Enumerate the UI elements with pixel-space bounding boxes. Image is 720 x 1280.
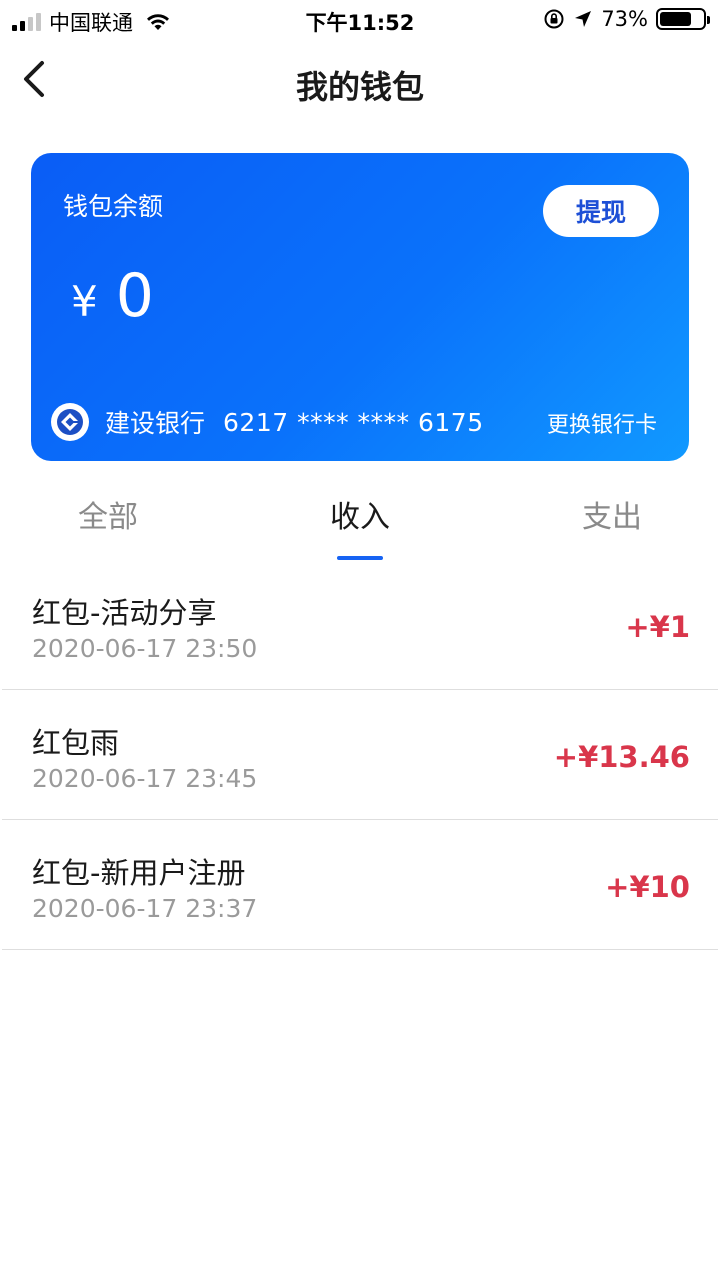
transaction-amount: +¥13.46 xyxy=(553,740,690,774)
currency-symbol: ¥ xyxy=(71,277,98,326)
transaction-title: 红包-活动分享 xyxy=(32,596,217,630)
transaction-amount: +¥10 xyxy=(605,870,690,904)
navigation-bar: 我的钱包 xyxy=(0,44,720,120)
battery-icon xyxy=(656,8,710,30)
balance-label: 钱包余额 xyxy=(63,192,164,221)
transaction-row[interactable]: 红包-新用户注册 2020-06-17 23:37 +¥10 xyxy=(2,820,718,950)
card-number: 6217 **** **** 6175 xyxy=(223,407,484,437)
transaction-title: 红包雨 xyxy=(32,726,120,760)
transaction-time: 2020-06-17 23:45 xyxy=(32,764,258,793)
transaction-amount: +¥1 xyxy=(625,610,690,644)
status-bar-right: 73% xyxy=(543,7,710,31)
transaction-tabs: 全部 收入 支出 xyxy=(0,480,720,570)
change-bank-card-link[interactable]: 更换银行卡 xyxy=(547,407,657,439)
balance-value: 0 xyxy=(115,261,154,331)
status-bar: 中国联通 下午11:52 73% xyxy=(0,0,720,40)
tab-expense[interactable]: 支出 xyxy=(582,492,642,536)
transaction-list: 红包-活动分享 2020-06-17 23:50 +¥1 红包雨 2020-06… xyxy=(0,560,720,950)
balance-amount: ¥ 0 xyxy=(71,261,154,331)
transaction-time: 2020-06-17 23:50 xyxy=(32,634,258,663)
location-arrow-icon xyxy=(575,11,592,27)
battery-percent: 73% xyxy=(601,7,648,31)
ccb-bank-logo-icon xyxy=(51,403,89,441)
tab-all[interactable]: 全部 xyxy=(78,492,138,536)
withdraw-button[interactable]: 提现 xyxy=(543,185,659,237)
transaction-title: 红包-新用户注册 xyxy=(32,856,246,890)
transaction-row[interactable]: 红包-活动分享 2020-06-17 23:50 +¥1 xyxy=(2,560,718,690)
page-title: 我的钱包 xyxy=(295,68,424,106)
tab-income[interactable]: 收入 xyxy=(330,492,390,536)
wallet-balance-card: 钱包余额 提现 ¥ 0 建设银行 6217 **** **** 6175 更换银… xyxy=(31,153,689,461)
bank-name: 建设银行 xyxy=(105,409,206,438)
wallet-screen: 中国联通 下午11:52 73% 我的钱包 钱包余额 提现 ¥ 0 建设银行 6… xyxy=(0,0,720,1280)
bank-card-info: 建设银行 6217 **** **** 6175 xyxy=(51,403,484,441)
transaction-row[interactable]: 红包雨 2020-06-17 23:45 +¥13.46 xyxy=(2,690,718,820)
battery-fill xyxy=(660,12,691,26)
rotation-lock-icon xyxy=(544,9,564,29)
transaction-time: 2020-06-17 23:37 xyxy=(32,894,258,923)
